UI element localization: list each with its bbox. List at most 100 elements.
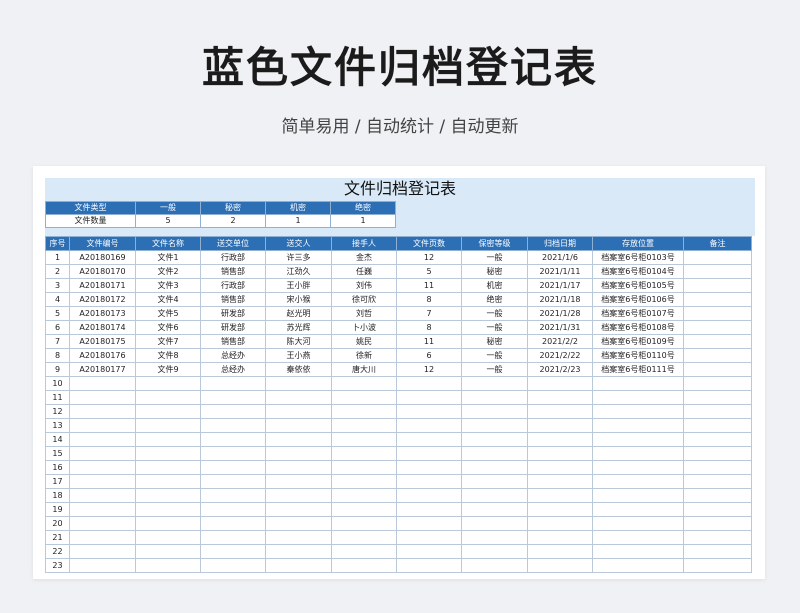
column-header[interactable]: 文件名称 [135, 236, 201, 251]
table-cell[interactable]: 2021/2/2 [527, 334, 593, 349]
table-cell[interactable] [265, 432, 332, 447]
column-header[interactable]: 序号 [45, 236, 70, 251]
table-cell[interactable] [461, 446, 528, 461]
table-cell[interactable] [592, 516, 684, 531]
table-cell[interactable] [527, 390, 593, 405]
table-cell[interactable]: A20180173 [69, 306, 136, 321]
table-cell[interactable]: 刘哲 [331, 306, 397, 321]
table-cell[interactable]: 2021/1/31 [527, 320, 593, 335]
column-header[interactable]: 文件页数 [396, 236, 462, 251]
column-header[interactable]: 文件编号 [69, 236, 136, 251]
table-cell[interactable] [69, 558, 136, 573]
table-cell[interactable]: 17 [45, 474, 70, 489]
table-cell[interactable] [200, 544, 266, 559]
column-header[interactable]: 存放位置 [592, 236, 684, 251]
table-cell[interactable]: 销售部 [200, 264, 266, 279]
column-header[interactable]: 送交单位 [200, 236, 266, 251]
table-cell[interactable] [200, 558, 266, 573]
table-cell[interactable]: 11 [396, 334, 462, 349]
table-cell[interactable]: 文件3 [135, 278, 201, 293]
table-cell[interactable]: 6 [396, 348, 462, 363]
table-cell[interactable]: 4 [45, 292, 70, 307]
column-header[interactable]: 送交人 [265, 236, 332, 251]
table-cell[interactable] [135, 502, 201, 517]
table-cell[interactable] [69, 446, 136, 461]
table-cell[interactable]: 1 [45, 250, 70, 265]
summary-type-cell[interactable]: 机密 [265, 201, 331, 215]
table-cell[interactable]: 徐可欣 [331, 292, 397, 307]
table-cell[interactable]: 22 [45, 544, 70, 559]
table-cell[interactable] [69, 460, 136, 475]
table-cell[interactable] [69, 544, 136, 559]
table-cell[interactable] [683, 390, 752, 405]
table-cell[interactable]: 文件8 [135, 348, 201, 363]
table-cell[interactable]: 销售部 [200, 334, 266, 349]
table-cell[interactable]: 5 [396, 264, 462, 279]
table-cell[interactable]: A20180177 [69, 362, 136, 377]
table-cell[interactable] [683, 362, 752, 377]
table-cell[interactable] [265, 404, 332, 419]
table-cell[interactable] [331, 530, 397, 545]
table-cell[interactable] [135, 390, 201, 405]
table-cell[interactable] [592, 488, 684, 503]
summary-count-label[interactable]: 文件数量 [45, 214, 136, 228]
table-cell[interactable]: 2021/1/17 [527, 278, 593, 293]
table-cell[interactable] [331, 544, 397, 559]
table-cell[interactable] [396, 460, 462, 475]
table-cell[interactable]: 任巍 [331, 264, 397, 279]
table-cell[interactable] [592, 460, 684, 475]
table-cell[interactable] [527, 432, 593, 447]
table-cell[interactable] [135, 460, 201, 475]
table-cell[interactable]: 销售部 [200, 292, 266, 307]
table-cell[interactable]: 18 [45, 488, 70, 503]
table-cell[interactable] [527, 460, 593, 475]
table-cell[interactable] [69, 516, 136, 531]
table-cell[interactable]: 16 [45, 460, 70, 475]
table-cell[interactable]: 苏光辉 [265, 320, 332, 335]
table-cell[interactable] [461, 432, 528, 447]
table-cell[interactable] [69, 404, 136, 419]
table-cell[interactable] [461, 502, 528, 517]
table-cell[interactable] [331, 390, 397, 405]
table-cell[interactable] [200, 418, 266, 433]
table-cell[interactable] [396, 390, 462, 405]
table-cell[interactable]: 一般 [461, 348, 528, 363]
table-cell[interactable] [135, 376, 201, 391]
table-cell[interactable]: 8 [396, 292, 462, 307]
table-cell[interactable]: 赵光明 [265, 306, 332, 321]
table-cell[interactable]: 15 [45, 446, 70, 461]
table-cell[interactable] [265, 474, 332, 489]
table-cell[interactable] [683, 460, 752, 475]
table-cell[interactable] [69, 502, 136, 517]
table-cell[interactable] [396, 516, 462, 531]
table-cell[interactable]: 宋小猴 [265, 292, 332, 307]
table-cell[interactable] [135, 558, 201, 573]
table-cell[interactable]: 10 [45, 376, 70, 391]
table-cell[interactable] [592, 418, 684, 433]
table-cell[interactable] [396, 544, 462, 559]
table-cell[interactable]: 档案室6号柜0106号 [592, 292, 684, 307]
table-cell[interactable]: 23 [45, 558, 70, 573]
table-cell[interactable]: 档案室6号柜0105号 [592, 278, 684, 293]
table-cell[interactable] [331, 488, 397, 503]
table-cell[interactable] [396, 404, 462, 419]
table-cell[interactable] [69, 432, 136, 447]
summary-type-cell[interactable]: 一般 [135, 201, 201, 215]
table-cell[interactable] [200, 516, 266, 531]
table-cell[interactable] [592, 390, 684, 405]
table-cell[interactable] [331, 558, 397, 573]
table-cell[interactable] [683, 432, 752, 447]
table-cell[interactable]: 研发部 [200, 320, 266, 335]
column-header[interactable]: 归档日期 [527, 236, 593, 251]
table-cell[interactable] [135, 418, 201, 433]
table-cell[interactable]: 一般 [461, 362, 528, 377]
table-cell[interactable]: 档案室6号柜0109号 [592, 334, 684, 349]
table-cell[interactable]: 19 [45, 502, 70, 517]
table-cell[interactable]: 档案室6号柜0103号 [592, 250, 684, 265]
table-cell[interactable] [592, 558, 684, 573]
column-header[interactable]: 保密等级 [461, 236, 528, 251]
table-cell[interactable]: 许三多 [265, 250, 332, 265]
table-cell[interactable]: 档案室6号柜0108号 [592, 320, 684, 335]
table-cell[interactable] [265, 488, 332, 503]
table-cell[interactable]: 文件1 [135, 250, 201, 265]
